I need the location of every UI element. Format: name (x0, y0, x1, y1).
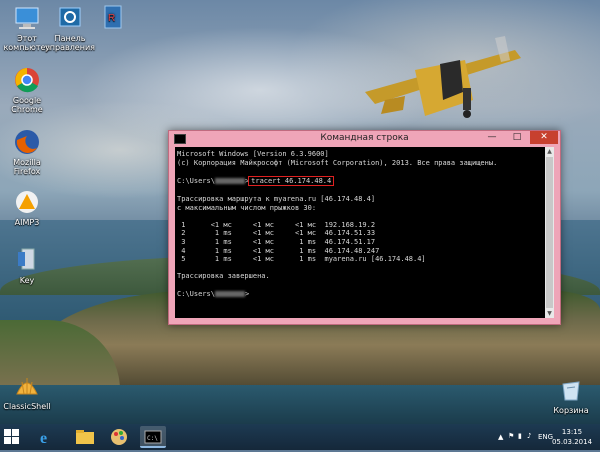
clock-date: 05.03.2014 (551, 438, 593, 446)
console-line: (c) Корпорация Майкрософт (Microsoft Cor… (177, 158, 498, 167)
console-line: Microsoft Windows [Version 6.3.9600] (177, 150, 329, 158)
desktop-icon-label: Панель управления (45, 34, 95, 52)
minimize-button[interactable]: — (482, 131, 502, 144)
redacted-username (214, 177, 245, 184)
tray-network-icon[interactable]: ▮ (518, 432, 522, 440)
wallpaper-shore (0, 385, 600, 424)
computer-icon (13, 4, 41, 32)
key-icon (13, 246, 41, 274)
airplane-image (365, 36, 521, 118)
scroll-thumb[interactable] (546, 157, 553, 308)
windows-logo-icon (4, 429, 11, 436)
console-output[interactable]: Microsoft Windows [Version 6.3.9600] (c) … (175, 147, 545, 318)
paint-icon (111, 429, 127, 445)
command-prompt-window[interactable]: Командная строка — □ ✕ Microsoft Windows… (168, 130, 561, 325)
desktop-icon-key[interactable]: Key (0, 246, 54, 285)
highlighted-command: tracert 46.174.48.4 (248, 175, 335, 187)
hop-line: 5 1 ms <1 мс 1 ms myarena.ru [46.174.48.… (177, 255, 426, 264)
maximize-button[interactable]: □ (507, 131, 527, 144)
taskbar-file-explorer[interactable] (72, 426, 98, 448)
desktop-icon-label: Google Chrome (11, 96, 43, 114)
desktop-icon-aimp[interactable]: AIMP3 (0, 188, 54, 227)
desktop-icon-label: AIMP3 (14, 218, 40, 227)
scroll-up-icon[interactable]: ▲ (545, 147, 554, 156)
classicshell-icon (13, 372, 41, 400)
control-panel-icon (56, 4, 84, 32)
svg-text:e: e (40, 430, 47, 447)
hop-line: 3 1 ms <1 мс 1 ms 46.174.51.17 (177, 237, 376, 246)
taskbar-cmd[interactable]: C:\ (140, 426, 166, 448)
tray-volume-icon[interactable]: ♪ (527, 432, 531, 440)
svg-text:C:\: C:\ (147, 435, 158, 442)
windows-logo-pane (12, 429, 19, 436)
redacted-username (214, 290, 245, 297)
user-folder-icon: R (99, 4, 127, 32)
tray-arrow-icon[interactable]: ▲ (498, 433, 503, 441)
windows-logo-pane (12, 437, 19, 444)
taskbar-paint[interactable] (106, 426, 132, 448)
start-button[interactable] (4, 429, 20, 445)
vertical-scrollbar[interactable]: ▲ ▼ (545, 147, 554, 318)
windows-logo-pane (4, 437, 11, 444)
desktop-icon-label: Mozilla Firefox (13, 158, 41, 176)
desktop-icon-user-folder[interactable]: R (86, 4, 140, 34)
hop-line: 2 1 ms <1 мс <1 мс 46.174.51.33 (177, 229, 376, 238)
taskbar-ie[interactable]: e (34, 426, 60, 448)
taskbar: e C:\ ▲ ⚑ ▮ ♪ ENG 13:15 05.03.2014 (0, 424, 600, 450)
cmd-icon: C:\ (144, 430, 162, 444)
console-line: Трассировка завершена. (177, 272, 270, 281)
scroll-down-icon[interactable]: ▼ (545, 309, 554, 318)
console-command-line: C:\Users\ > tracert 46.174.48.4 (177, 175, 543, 187)
svg-text:R: R (108, 13, 115, 24)
desktop-icon-label: Корзина (553, 406, 589, 415)
close-button[interactable]: ✕ (530, 131, 558, 144)
prompt-prefix: C:\Users\ (177, 176, 215, 185)
hop-line: 4 1 ms <1 мс 1 ms 46.174.48.247 (177, 246, 380, 255)
console-line: Трассировка маршрута к myarena.ru [46.17… (177, 194, 376, 203)
desktop-icon-chrome[interactable]: Google Chrome (0, 66, 54, 114)
desktop-icon-label: Key (19, 276, 35, 285)
clock-time: 13:15 (561, 428, 583, 436)
prompt-suffix: > (244, 289, 250, 298)
window-titlebar[interactable]: Командная строка — □ ✕ (169, 131, 560, 146)
recycle-bin-icon (557, 376, 585, 404)
tray-flag-icon[interactable]: ⚑ (508, 432, 514, 440)
desktop-icon-firefox[interactable]: Mozilla Firefox (0, 128, 54, 176)
firefox-icon (13, 128, 41, 156)
console-line: с максимальным числом прыжков 30: (177, 203, 317, 212)
desktop-icon-classicshell[interactable]: ClassicShell (0, 372, 54, 411)
desktop-icon-recycle-bin[interactable]: Корзина (544, 376, 598, 415)
system-clock[interactable]: 13:15 05.03.2014 (550, 427, 594, 447)
console-final-prompt: C:\Users\ > (177, 290, 543, 299)
desktop-icon-label: ClassicShell (3, 402, 51, 411)
aimp-icon (13, 188, 41, 216)
internet-explorer-icon: e (40, 430, 47, 447)
prompt-prefix: C:\Users\ (177, 289, 215, 298)
chrome-icon (13, 66, 41, 94)
folder-icon (76, 430, 94, 444)
hop-line: 1 <1 мс <1 мс <1 мс 192.168.19.2 (177, 220, 376, 229)
